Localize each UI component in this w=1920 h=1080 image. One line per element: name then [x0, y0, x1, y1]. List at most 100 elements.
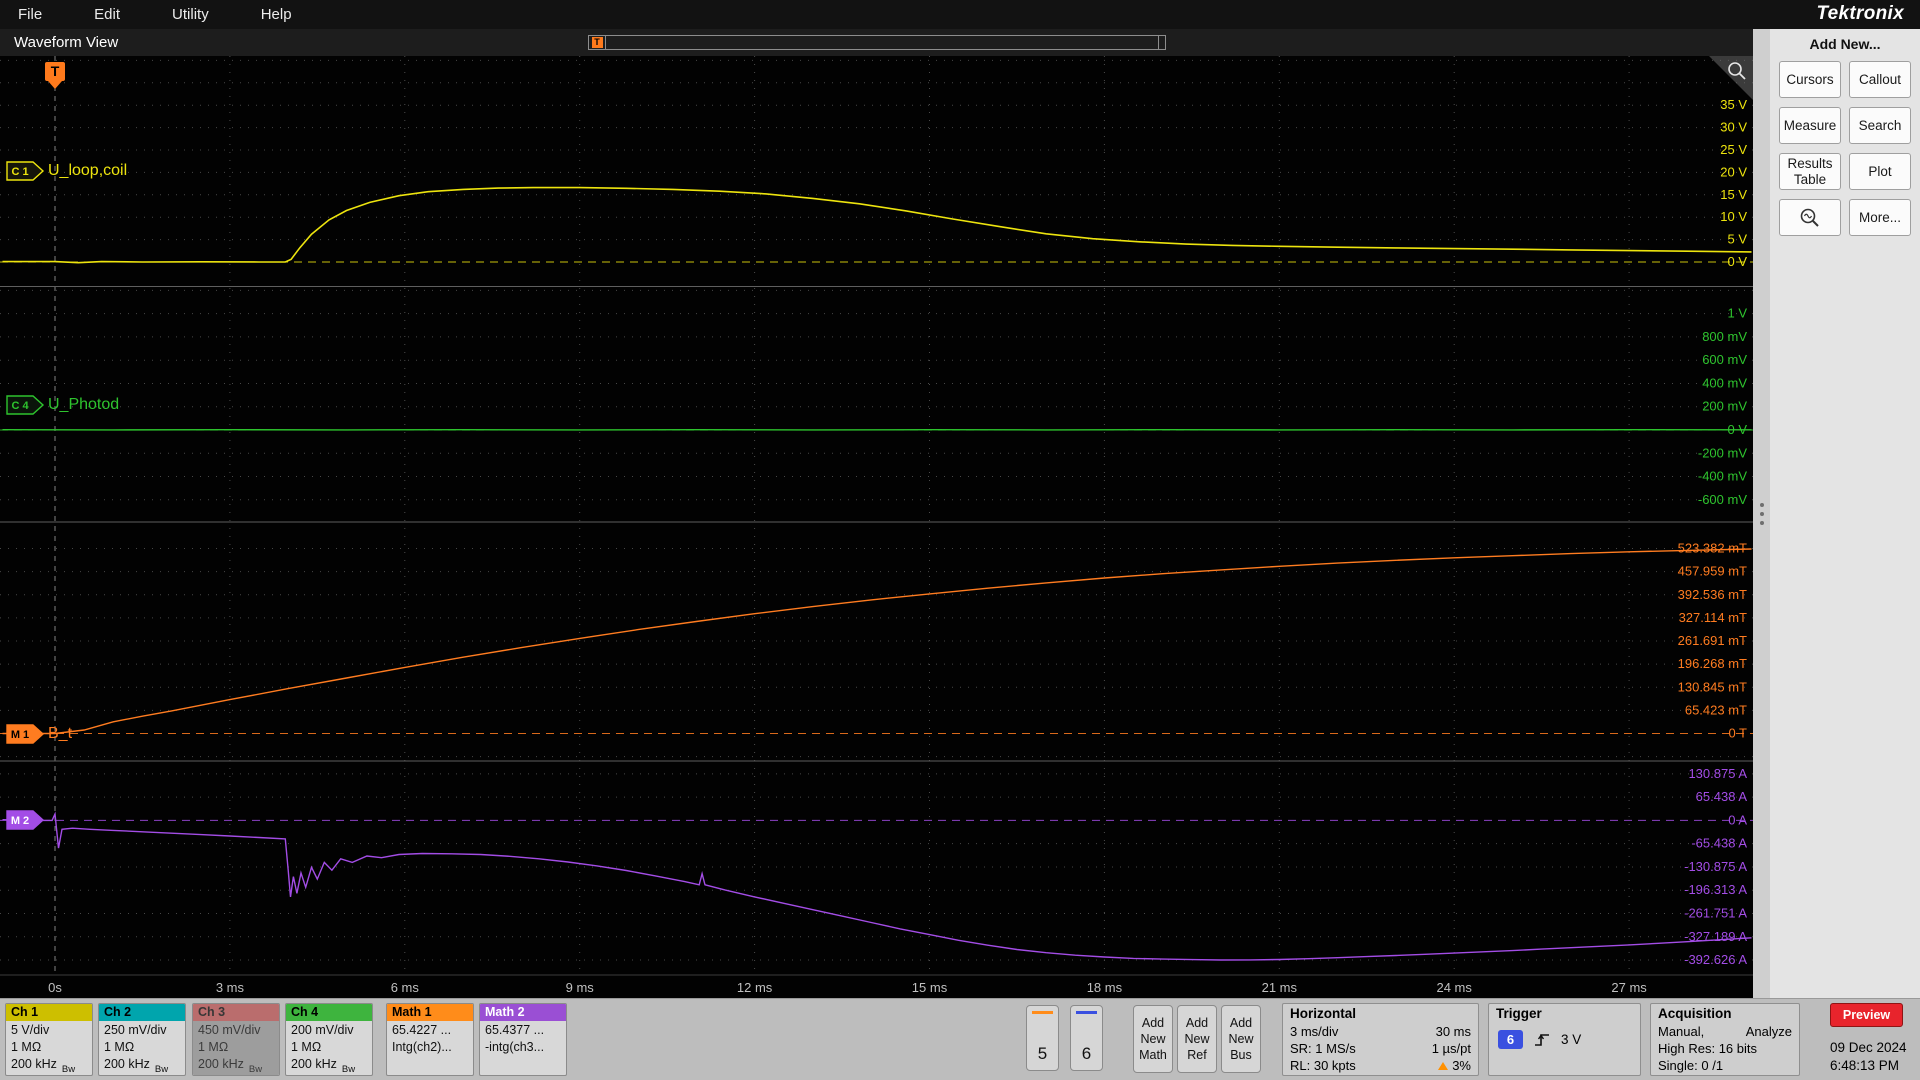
horizontal-rows: 3 ms/div 30 ms SR: 1 MS/s 1 µs/pt RL: 30 kpt…	[1283, 1023, 1478, 1074]
svg-text:400 mV: 400 mV	[1702, 375, 1747, 390]
panel-row-left: SR: 1 MS/s	[1290, 1041, 1356, 1056]
bandwidth-limit-indicator: Bw	[341, 1063, 356, 1075]
menu-utility[interactable]: Utility	[172, 2, 209, 27]
svg-text:800 mV: 800 mV	[1702, 329, 1747, 344]
channel-badge-body: 65.4377 ... -intg(ch3...	[480, 1021, 566, 1075]
plot-zoom-magnifier-icon[interactable]	[1726, 60, 1748, 82]
channel-setting-row: 200 mV/div	[291, 1023, 354, 1037]
overview-trigger-marker[interactable]: T	[591, 37, 603, 48]
overview-right-handle[interactable]	[1158, 36, 1165, 49]
splitter-dot	[1759, 502, 1764, 507]
add-new-header: Add New...	[1809, 36, 1881, 52]
splitter-dot	[1759, 511, 1764, 516]
channel-setting-row: 200 kHz Bw	[104, 1057, 169, 1075]
preview-button[interactable]: Preview	[1830, 1003, 1903, 1027]
svg-text:9 ms: 9 ms	[566, 980, 595, 995]
add-new-bus-button[interactable]: Add New Bus	[1221, 1005, 1261, 1073]
channel-badge-header: Math 1	[387, 1004, 473, 1021]
trigger-source-badge[interactable]: 6	[1498, 1030, 1523, 1049]
channel-setting-row: 65.4377 ...	[485, 1023, 545, 1037]
channel-badge-ch3[interactable]: Ch 3 450 mV/div 1 MΩ 200 kHz Bw	[192, 1003, 280, 1076]
svg-text:6 ms: 6 ms	[391, 980, 420, 995]
bottom-settings-bar: Horizontal 3 ms/div 30 ms SR: 1 MS/s 1 µs/p…	[0, 998, 1920, 1080]
sidebar-zoom-button[interactable]	[1779, 199, 1841, 237]
channel-badge-ch2[interactable]: Ch 2 250 mV/div 1 MΩ 200 kHz Bw	[98, 1003, 186, 1076]
channel-tag-math2[interactable]: M 2	[6, 810, 46, 835]
channel-setting-row: Intg(ch2)...	[392, 1040, 452, 1054]
channel-setting-row: 200 kHz Bw	[291, 1057, 356, 1075]
menu-bar: File Edit Utility Help Tektronix	[0, 0, 1920, 29]
channel-tag-ch1[interactable]: C 1	[6, 161, 46, 186]
channel-badge-ch4[interactable]: Ch 4 200 mV/div 1 MΩ 200 kHz Bw	[285, 1003, 373, 1076]
svg-text:200 mV: 200 mV	[1702, 399, 1747, 414]
trigger-panel-title: Trigger	[1496, 1006, 1542, 1021]
horizontal-panel[interactable]: Horizontal 3 ms/div 30 ms SR: 1 MS/s 1 µs/p…	[1282, 1003, 1479, 1076]
channel-tag-math1[interactable]: M 1	[6, 723, 46, 749]
svg-text:-392.626 A: -392.626 A	[1684, 952, 1747, 967]
bandwidth-limit-indicator: Bw	[61, 1063, 76, 1075]
trigger-flag-icon[interactable]: T	[45, 62, 65, 81]
overview-left-handle[interactable]: T	[589, 36, 606, 49]
channel-setting-row: 250 mV/div	[104, 1023, 167, 1037]
menu-file[interactable]: File	[18, 2, 42, 27]
svg-text:261.691 mT: 261.691 mT	[1678, 633, 1747, 648]
svg-text:10 V: 10 V	[1720, 209, 1747, 224]
svg-text:130.845 mT: 130.845 mT	[1678, 679, 1747, 694]
channel-setting-row: 450 mV/div	[198, 1023, 261, 1037]
horizontal-pan-overview-bar[interactable]: T	[588, 35, 1166, 50]
rising-edge-icon	[1535, 1033, 1549, 1046]
trigger-settings-row: 6 3 V	[1489, 1023, 1640, 1056]
svg-text:15 ms: 15 ms	[912, 980, 948, 995]
datetime: 09 Dec 2024 6:48:13 PM	[1830, 1039, 1907, 1075]
svg-text:3 ms: 3 ms	[216, 980, 245, 995]
svg-text:30 V: 30 V	[1720, 120, 1747, 135]
sidebar-measure-button[interactable]: Measure	[1779, 107, 1841, 144]
channel-badge-header: Math 2	[480, 1004, 566, 1021]
waveform-plot[interactable]: 35 V 30 V 25 V 20 V 15 V 10 V5 V0 V1 V 800 mV 6…	[0, 56, 1753, 998]
svg-text:-200 mV: -200 mV	[1698, 445, 1747, 460]
channel-badge-header: Ch 3	[193, 1004, 279, 1021]
svg-text:-400 mV: -400 mV	[1698, 469, 1747, 484]
add-new-ref-button[interactable]: Add New Ref	[1177, 1005, 1217, 1073]
add-new-math-button[interactable]: Add New Math	[1133, 1005, 1173, 1073]
trigger-level: 3 V	[1561, 1032, 1582, 1047]
channel-badge-body: 5 V/div 1 MΩ 200 kHz Bw	[6, 1021, 92, 1075]
channel-badge-math2[interactable]: Math 2 65.4377 ... -intg(ch3...	[479, 1003, 567, 1076]
acquisition-panel-title: Acquisition	[1658, 1006, 1732, 1021]
channel-label-ch1: U_loop,coil	[48, 162, 128, 179]
menu-edit[interactable]: Edit	[94, 2, 120, 27]
panel-splitter[interactable]	[1753, 29, 1770, 998]
channel-setting-row: 1 MΩ	[291, 1040, 322, 1054]
bandwidth-limit-indicator: Bw	[154, 1063, 169, 1075]
channel-6-button[interactable]: 6	[1070, 1005, 1103, 1071]
svg-text:0 V: 0 V	[1727, 422, 1747, 437]
trigger-panel[interactable]: Trigger 6 3 V	[1488, 1003, 1641, 1076]
sidebar-more-button[interactable]: More...	[1849, 199, 1911, 237]
svg-text:457.959 mT: 457.959 mT	[1678, 564, 1747, 579]
channel-5-button[interactable]: 5	[1026, 1005, 1059, 1071]
sidebar-plot-button[interactable]: Plot	[1849, 153, 1911, 191]
sidebar-results-table-button[interactable]: Results Table	[1779, 153, 1841, 191]
sidebar-search-button[interactable]: Search	[1849, 107, 1911, 144]
sidebar-cursors-button[interactable]: Cursors	[1779, 61, 1841, 98]
svg-text:24 ms: 24 ms	[1436, 980, 1472, 995]
menu-help[interactable]: Help	[261, 2, 292, 27]
svg-text:-327.189 A: -327.189 A	[1684, 929, 1747, 944]
sidebar-callout-button[interactable]: Callout	[1849, 61, 1911, 98]
svg-text:-65.438 A: -65.438 A	[1691, 836, 1747, 851]
acquisition-panel[interactable]: Acquisition Manual, Analyze High Res: 16 b…	[1650, 1003, 1800, 1076]
channel-badge-math1[interactable]: Math 1 65.4227 ... Intg(ch2)...	[386, 1003, 474, 1076]
panel-row-right: Analyze	[1745, 1024, 1792, 1039]
channel-tag-ch4[interactable]: C 4	[6, 395, 46, 420]
svg-text:C 1: C 1	[11, 166, 28, 178]
channel-badge-ch1[interactable]: Ch 1 5 V/div 1 MΩ 200 kHz Bw	[5, 1003, 93, 1076]
svg-text:0 V: 0 V	[1727, 254, 1747, 269]
channel-badge-header: Ch 2	[99, 1004, 185, 1021]
trigger-position-flag[interactable]: T	[45, 62, 65, 89]
svg-text:523.382 mT: 523.382 mT	[1678, 541, 1747, 556]
date-label: 09 Dec 2024	[1830, 1040, 1907, 1055]
waveform-view-panel: Waveform View T 35 V 30 V 25 V 20 V 15 V 10 V…	[0, 29, 1753, 998]
panel-row: 3 ms/div 30 ms	[1283, 1023, 1478, 1040]
svg-text:12 ms: 12 ms	[737, 980, 773, 995]
tekscope-app: File Edit Utility Help Tektronix Waveform V…	[0, 0, 1920, 1080]
